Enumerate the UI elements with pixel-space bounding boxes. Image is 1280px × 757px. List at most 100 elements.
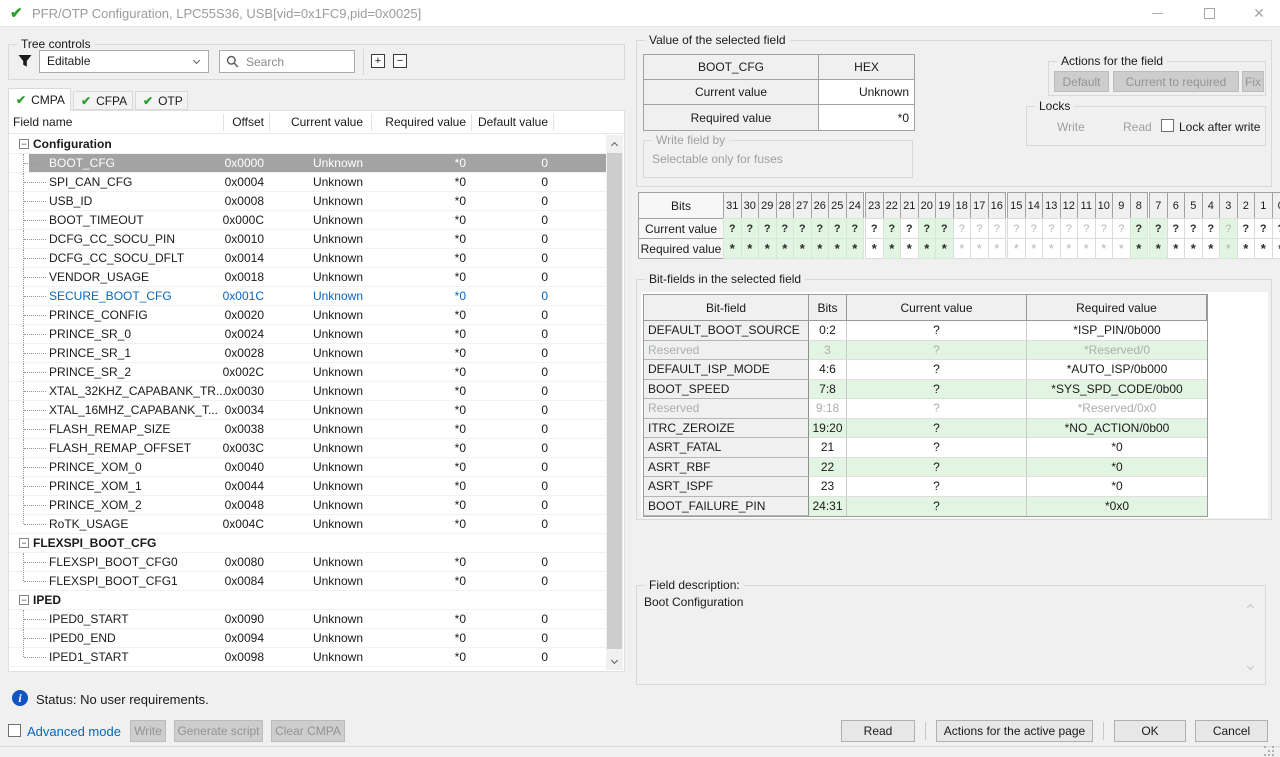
bitfield-row-DEFAULT_ISP_MODE-4:6[interactable]: DEFAULT_ISP_MODE4:6?*AUTO_ISP/0b000 [644,360,1207,380]
bitfield-required[interactable]: *NO_ACTION/0b00 [1027,419,1207,439]
bit-15-required[interactable]: * [1007,238,1026,259]
tree-row-USB_ID[interactable]: USB_ID0x0008Unknown*00 [9,192,607,211]
scrollbar-thumb[interactable] [607,153,622,649]
bitfield-required[interactable]: *ISP_PIN/0b000 [1027,321,1207,341]
tree-row-FLASH_REMAP_SIZE[interactable]: FLASH_REMAP_SIZE0x0038Unknown*00 [9,420,607,439]
bit-5-required[interactable]: * [1184,238,1203,259]
bit-24-required[interactable]: * [846,238,865,259]
scroll-down-icon[interactable] [606,653,623,670]
collapse-all-icon[interactable]: − [393,54,407,68]
tree-row-PRINCE_XOM_0[interactable]: PRINCE_XOM_00x0040Unknown*00 [9,458,607,477]
bit-30-required[interactable]: * [741,238,760,259]
bit-8-required[interactable]: * [1130,238,1149,259]
clear-cmpa-button[interactable]: Clear CMPA [271,720,345,742]
lock-after-write-checkbox[interactable] [1161,119,1174,132]
bit-10-required[interactable]: * [1095,238,1114,259]
advanced-mode-label[interactable]: Advanced mode [27,724,121,739]
bit-20-required[interactable]: * [918,238,937,259]
bit-26-required[interactable]: * [811,238,830,259]
minimize-icon[interactable] [1140,0,1174,27]
advanced-mode-checkbox[interactable] [8,724,21,737]
bitfield-row-ITRC_ZEROIZE-19:20[interactable]: ITRC_ZEROIZE19:20?*NO_ACTION/0b00 [644,419,1207,439]
bit-7-required[interactable]: * [1149,238,1168,259]
default-button[interactable]: Default [1054,71,1109,92]
scroll-up-icon[interactable] [1247,604,1254,611]
tree-row-IPED0_END[interactable]: IPED0_END0x0094Unknown*00 [9,629,607,648]
tree-row-FLEXSPI_BOOT_CFG0[interactable]: FLEXSPI_BOOT_CFG00x0080Unknown*00 [9,553,607,572]
bit-6-required[interactable]: * [1167,238,1186,259]
tree-row-VENDOR_USAGE[interactable]: VENDOR_USAGE0x0018Unknown*00 [9,268,607,287]
bit-29-required[interactable]: * [758,238,777,259]
bit-12-required[interactable]: * [1060,238,1079,259]
cancel-button[interactable]: Cancel [1195,720,1268,742]
bit-14-required[interactable]: * [1025,238,1044,259]
close-icon[interactable]: ✕ [1242,0,1276,27]
tree-row-BOOT_TIMEOUT[interactable]: BOOT_TIMEOUT0x000CUnknown*00 [9,211,607,230]
tree-row-IPED0_START[interactable]: IPED0_START0x0090Unknown*00 [9,610,607,629]
ok-button[interactable]: OK [1114,720,1186,742]
bitfield-required[interactable]: *0x0 [1027,497,1207,517]
read-button[interactable]: Read [841,720,915,742]
bit-31-required[interactable]: * [723,238,742,259]
expand-all-icon[interactable]: + [371,54,385,68]
bitfield-row-ASRT_ISPF-23[interactable]: ASRT_ISPF23?*0 [644,477,1207,497]
generate-script-button[interactable]: Generate script [174,720,263,742]
current-to-required-button[interactable]: Current to required [1113,71,1239,92]
tree-row-RoTK_USAGE[interactable]: RoTK_USAGE0x004CUnknown*00 [9,515,607,534]
actions-for-active-page-button[interactable]: Actions for the active page [936,720,1093,742]
filter-dropdown[interactable]: Editable [39,50,209,73]
bitfield-row-ASRT_RBF-22[interactable]: ASRT_RBF22?*0 [644,458,1207,478]
bit-18-required[interactable]: * [953,238,972,259]
collapse-expander-icon[interactable]: − [19,595,29,605]
bit-9-required[interactable]: * [1112,238,1131,259]
maximize-icon[interactable] [1192,0,1226,27]
bit-23-required[interactable]: * [865,238,884,259]
collapse-expander-icon[interactable]: − [19,139,29,149]
tree-row-PRINCE_XOM_2[interactable]: PRINCE_XOM_20x0048Unknown*00 [9,496,607,515]
bitfield-required[interactable]: *Reserved/0x0 [1027,399,1207,419]
bit-25-required[interactable]: * [828,238,847,259]
bit-13-required[interactable]: * [1042,238,1061,259]
tree-row-FLEXSPI_BOOT_CFG1[interactable]: FLEXSPI_BOOT_CFG10x0084Unknown*00 [9,572,607,591]
bit-0-required[interactable]: * [1272,238,1280,259]
bitfield-required[interactable]: *Reserved/0 [1027,341,1207,361]
tree-row-SECURE_BOOT_CFG[interactable]: SECURE_BOOT_CFG0x001CUnknown*00 [9,287,607,306]
bit-28-required[interactable]: * [776,238,795,259]
scroll-down-icon[interactable] [1247,663,1254,670]
tree-group-FLEXSPI_BOOT_CFG[interactable]: −FLEXSPI_BOOT_CFG [9,534,607,553]
bitfield-row-BOOT_SPEED-7:8[interactable]: BOOT_SPEED7:8?*SYS_SPD_CODE/0b00 [644,380,1207,400]
bit-4-required[interactable]: * [1202,238,1221,259]
tree-row-IPED1_START[interactable]: IPED1_START0x0098Unknown*00 [9,648,607,667]
tree-row-DCFG_CC_SOCU_DFLT[interactable]: DCFG_CC_SOCU_DFLT0x0014Unknown*00 [9,249,607,268]
bit-16-required[interactable]: * [988,238,1007,259]
tree-row-BOOT_CFG[interactable]: BOOT_CFG0x0000Unknown*00 [9,154,607,173]
collapse-expander-icon[interactable]: − [19,538,29,548]
bitfield-required[interactable]: *0 [1027,477,1207,497]
bitfield-row-Reserved-9:18[interactable]: Reserved9:18?*Reserved/0x0 [644,399,1207,419]
scroll-up-icon[interactable] [606,135,623,152]
tree-row-PRINCE_CONFIG[interactable]: PRINCE_CONFIG0x0020Unknown*00 [9,306,607,325]
fix-button[interactable]: Fix [1242,71,1264,92]
tree-scrollbar[interactable] [606,135,623,670]
bitfield-row-DEFAULT_BOOT_SOURCE-0:2[interactable]: DEFAULT_BOOT_SOURCE0:2?*ISP_PIN/0b000 [644,321,1207,341]
tree-group-IPED[interactable]: −IPED [9,591,607,610]
tab-cmpa[interactable]: ✔ CMPA [8,88,71,111]
tree-row-PRINCE_SR_2[interactable]: PRINCE_SR_20x002CUnknown*00 [9,363,607,382]
bitfield-required[interactable]: *SYS_SPD_CODE/0b00 [1027,380,1207,400]
bit-11-required[interactable]: * [1077,238,1096,259]
bitfield-required[interactable]: *0 [1027,438,1207,458]
bitfield-required[interactable]: *AUTO_ISP/0b000 [1027,360,1207,380]
bitfield-required[interactable]: *0 [1027,458,1207,478]
bit-1-required[interactable]: * [1254,238,1273,259]
bit-27-required[interactable]: * [793,238,812,259]
bitfield-row-ASRT_FATAL-21[interactable]: ASRT_FATAL21?*0 [644,438,1207,458]
tab-otp[interactable]: ✔ OTP [135,91,188,110]
bit-17-required[interactable]: * [970,238,989,259]
tree-row-DCFG_CC_SOCU_PIN[interactable]: DCFG_CC_SOCU_PIN0x0010Unknown*00 [9,230,607,249]
bitfield-row-BOOT_FAILURE_PIN-24:31[interactable]: BOOT_FAILURE_PIN24:31?*0x0 [644,497,1207,517]
tree-group-Configuration[interactable]: −Configuration [9,135,607,154]
bit-21-required[interactable]: * [900,238,919,259]
tree-row-SPI_CAN_CFG[interactable]: SPI_CAN_CFG0x0004Unknown*00 [9,173,607,192]
tree-row-FLASH_REMAP_OFFSET[interactable]: FLASH_REMAP_OFFSET0x003CUnknown*00 [9,439,607,458]
bit-19-required[interactable]: * [935,238,954,259]
